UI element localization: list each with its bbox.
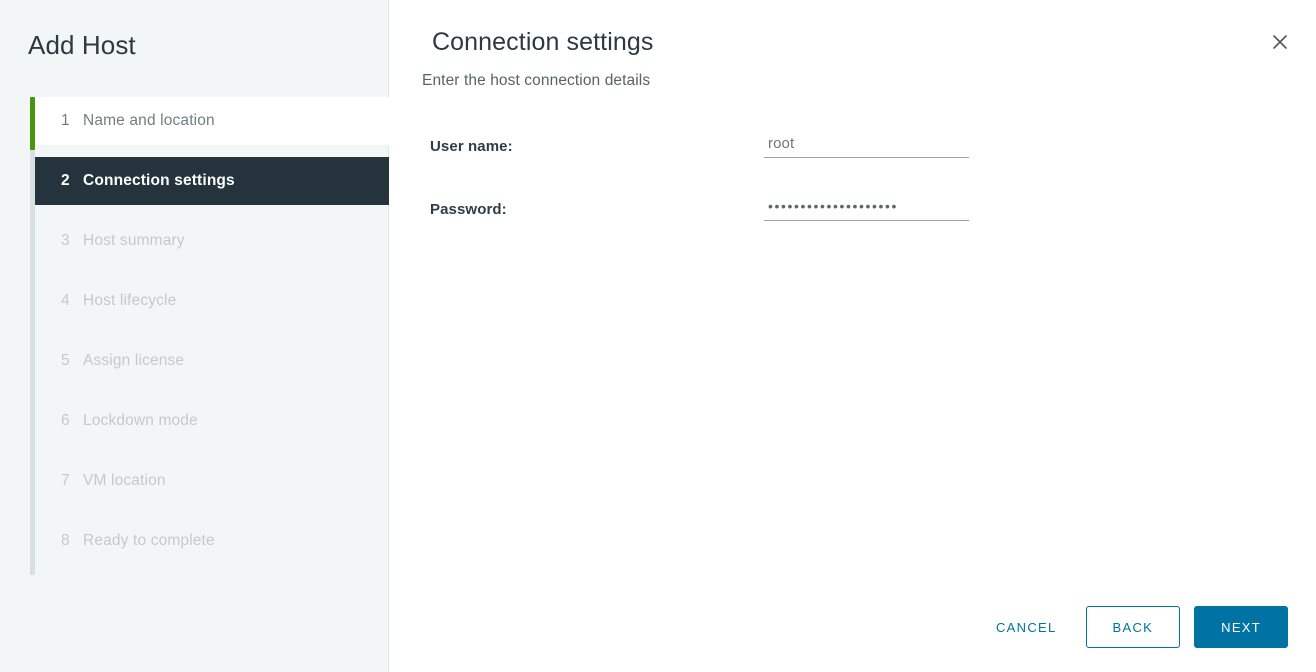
step-label: Connection settings <box>83 172 235 189</box>
step-label: Ready to complete <box>83 532 215 549</box>
cancel-button[interactable]: CANCEL <box>981 606 1072 648</box>
wizard-step-7[interactable]: 7 VM location <box>35 457 389 505</box>
step-number: 6 <box>61 412 70 429</box>
username-row: User name: <box>430 128 1050 191</box>
wizard-step-5[interactable]: 5 Assign license <box>35 337 389 385</box>
password-field-wrapper <box>764 195 969 221</box>
next-button[interactable]: NEXT <box>1194 606 1288 648</box>
username-field-wrapper <box>764 132 969 158</box>
step-number: 2 <box>61 172 70 189</box>
step-label: Lockdown mode <box>83 412 198 429</box>
page-title: Connection settings <box>432 28 654 56</box>
password-input[interactable] <box>764 195 969 221</box>
wizard-step-2[interactable]: 2 Connection settings <box>35 157 389 205</box>
wizard-step-8[interactable]: 8 Ready to complete <box>35 517 389 565</box>
connection-settings-form: User name: Password: <box>430 128 1050 254</box>
back-button[interactable]: BACK <box>1085 606 1181 648</box>
step-number: 1 <box>61 112 70 129</box>
add-host-wizard: Add Host 1 Name and location 2 Connection s… <box>0 0 1316 672</box>
wizard-main-pane: Connection settings Enter the host conne… <box>389 0 1316 672</box>
step-number: 8 <box>61 532 70 549</box>
step-number: 4 <box>61 292 70 309</box>
wizard-step-6[interactable]: 6 Lockdown mode <box>35 397 389 445</box>
username-input[interactable] <box>764 132 969 158</box>
wizard-step-list: 1 Name and location 2 Connection settings 3 H… <box>35 97 389 577</box>
password-row: Password: <box>430 191 1050 254</box>
close-icon[interactable] <box>1266 28 1294 56</box>
step-label: Name and location <box>83 112 215 129</box>
wizard-step-3[interactable]: 3 Host summary <box>35 217 389 265</box>
wizard-step-4[interactable]: 4 Host lifecycle <box>35 277 389 325</box>
wizard-sidebar: Add Host 1 Name and location 2 Connection s… <box>0 0 389 672</box>
step-label: VM location <box>83 472 166 489</box>
step-label: Host lifecycle <box>83 292 177 309</box>
wizard-footer: CANCEL BACK NEXT <box>981 606 1288 648</box>
page-subtitle: Enter the host connection details <box>422 72 651 89</box>
username-label: User name: <box>430 138 513 155</box>
step-label: Assign license <box>83 352 185 369</box>
wizard-step-1[interactable]: 1 Name and location <box>35 97 389 145</box>
step-number: 3 <box>61 232 70 249</box>
step-number: 7 <box>61 472 70 489</box>
wizard-title: Add Host <box>28 30 136 60</box>
password-label: Password: <box>430 201 507 218</box>
step-number: 5 <box>61 352 70 369</box>
step-label: Host summary <box>83 232 185 249</box>
